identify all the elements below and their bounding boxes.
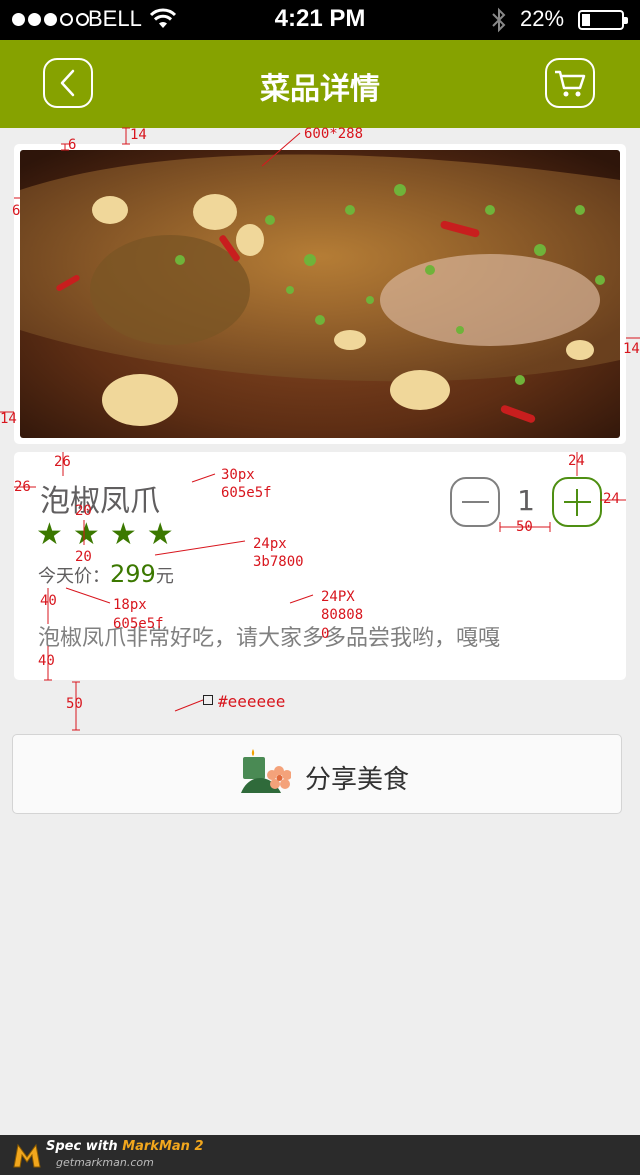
spec-label: 30px [221, 467, 255, 483]
dish-description: 泡椒凤爪非常好吃，请大家多多品尝我哟，嘎嘎 [38, 626, 501, 651]
status-bar: BELL 4:21 PM 22% [0, 0, 640, 40]
dish-photo-image [20, 150, 620, 438]
dish-info-card: 泡椒凤爪 ★ ★ ★ ★ 今天价：299元 泡椒凤爪非常好吃，请大家多多品尝我哟，嘎嘎… [14, 452, 626, 680]
share-food-icon [241, 749, 291, 793]
bluetooth-icon [492, 7, 506, 33]
nav-bar: 菜品详情 [0, 40, 640, 128]
spec-label: 20 [75, 503, 92, 519]
decrease-quantity-button[interactable] [450, 477, 500, 527]
battery-icon [578, 10, 628, 30]
markman-url[interactable]: getmarkman.com [56, 1156, 154, 1169]
price-label: 今天价： [38, 566, 110, 587]
spec-label: #eeeeee [218, 692, 286, 711]
spec-label: 26 [54, 454, 71, 470]
battery-fill [582, 14, 591, 26]
spec-label: 26 [14, 479, 31, 495]
brand-name: MarkMan 2 [122, 1139, 204, 1154]
spec-label: 24px [253, 536, 287, 552]
color-swatch [203, 695, 213, 705]
spec-label: 3b7800 [253, 554, 304, 570]
share-food-label: 分享美食 [305, 765, 410, 795]
spec-label: 18px [113, 597, 147, 613]
spec-label: 605e5f [113, 616, 164, 632]
spec-label: 14 [0, 411, 17, 427]
currency-label: 元 [155, 566, 174, 587]
star-icon: ★ [146, 517, 174, 552]
spec-label: 80808 [321, 607, 364, 623]
spec-label: 14 [623, 341, 640, 357]
spec-label: 50 [66, 696, 83, 712]
quantity-value: 1 [517, 484, 535, 517]
star-icon: ★ [109, 517, 137, 552]
star-icon: ★ [36, 517, 63, 552]
battery-percent: 22% [520, 6, 565, 31]
spec-label: 6 [68, 137, 77, 153]
spec-label: 40 [40, 593, 57, 609]
price-value: 299 [110, 560, 156, 588]
dish-photo [20, 150, 620, 438]
dish-name: 泡椒凤爪 [40, 484, 160, 519]
increase-quantity-button[interactable] [552, 477, 602, 527]
spec-label: 600*288 [304, 126, 364, 142]
battery-tip [624, 17, 628, 24]
spec-label: 20 [75, 549, 92, 565]
rating-stars: ★ ★ ★ ★ [36, 520, 174, 550]
markman-footer: Spec with MarkMan 2 getmarkman.com [0, 1135, 640, 1175]
spec-label: 0 [321, 626, 330, 642]
spec-label: 24 [603, 491, 620, 507]
spec-label: 50 [516, 519, 533, 535]
cart-button[interactable] [545, 58, 595, 108]
price-row: 今天价：299元 [38, 560, 174, 588]
spec-label: 605e5f [221, 485, 272, 501]
share-food-button[interactable]: 分享美食 [12, 734, 622, 814]
spec-label: 14 [130, 127, 147, 143]
brand-prefix: Spec with [46, 1139, 123, 1154]
spec-label: 24PX [321, 589, 355, 605]
markman-brand: Spec with MarkMan 2 [46, 1139, 204, 1154]
spec-label: 6 [12, 203, 21, 219]
dish-image-card [14, 144, 626, 444]
spec-label: 24 [568, 453, 585, 469]
cart-icon [555, 70, 586, 97]
spec-label: 40 [38, 653, 55, 669]
star-icon: ★ [72, 517, 100, 552]
page-title: 菜品详情 [260, 72, 380, 107]
markman-logo-icon [13, 1143, 41, 1168]
